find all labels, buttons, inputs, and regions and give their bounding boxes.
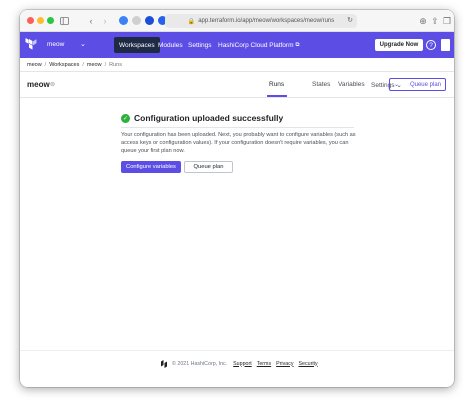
nav-hashicorp-cloud[interactable]: HashiCorp Cloud Platform ⧉ (213, 37, 304, 53)
footer-link-privacy[interactable]: Privacy (276, 361, 293, 367)
download-icon[interactable]: ⊕ (418, 14, 428, 28)
extension-eye-icon[interactable] (119, 16, 128, 25)
active-tab-indicator (267, 95, 287, 97)
queue-plan-header-button[interactable]: ⌄ Queue plan (389, 78, 446, 91)
external-link-icon: ⧉ (295, 41, 300, 48)
nav-hashicorp-cloud-label: HashiCorp Cloud Platform (218, 41, 294, 49)
tab-states[interactable]: States (312, 81, 330, 88)
chevron-down-icon[interactable]: ⌄ (80, 40, 86, 48)
address-bar[interactable]: 🔒 app.terraform.io/app/meow/workspaces/m… (165, 14, 357, 28)
footer: © 2021 HashiCorp, Inc. Support Terms Pri… (160, 359, 318, 368)
breadcrumb-workspace[interactable]: meow (87, 62, 102, 68)
app-navbar: meow ⌄ Workspaces Modules Settings Hashi… (20, 32, 454, 58)
org-switcher-label[interactable]: meow (47, 41, 64, 48)
lock-icon: 🔒 (187, 18, 196, 25)
queue-plan-header-label: Queue plan (409, 81, 441, 88)
breadcrumb-workspaces[interactable]: Workspaces (49, 62, 79, 68)
hashicorp-logo-icon[interactable] (160, 359, 168, 368)
minimize-window-button[interactable] (37, 17, 44, 24)
reload-icon[interactable]: ↻ (347, 16, 353, 24)
footer-link-terms[interactable]: Terms (257, 361, 271, 367)
tab-runs[interactable]: Runs (269, 81, 284, 88)
tabs-overview-icon[interactable]: ❐ (442, 14, 452, 28)
footer-copyright: © 2021 HashiCorp, Inc. (172, 360, 228, 367)
workspace-lock-icon[interactable]: ⊚ (50, 81, 55, 88)
upgrade-now-button[interactable]: Upgrade Now (375, 39, 423, 51)
footer-link-security[interactable]: Security (299, 361, 318, 367)
user-menu-icon[interactable] (441, 39, 450, 51)
success-description: Your configuration has been uploaded. Ne… (121, 132, 356, 155)
extension-globe-icon[interactable] (145, 16, 154, 25)
breadcrumb-org[interactable]: meow (27, 62, 42, 68)
workspace-title: meow (27, 80, 50, 89)
tab-variables[interactable]: Variables (338, 81, 365, 88)
divider (121, 127, 354, 128)
forward-icon[interactable]: › (100, 14, 110, 28)
close-window-button[interactable] (27, 17, 34, 24)
chevron-down-icon: ⌄ (394, 82, 400, 88)
extension-rss-icon[interactable] (132, 16, 141, 25)
nav-settings[interactable]: Settings (183, 37, 217, 53)
url-text: app.terraform.io/app/meow/workspaces/meo… (198, 18, 335, 24)
footer-divider (20, 350, 454, 351)
maximize-window-button[interactable] (47, 17, 54, 24)
breadcrumb-current: Runs (109, 61, 122, 68)
share-icon[interactable]: ⇪ (430, 14, 440, 28)
nav-settings-label: Settings (188, 41, 212, 49)
queue-plan-button[interactable]: Queue plan (184, 161, 233, 173)
breadcrumb: meow / Workspaces / meow / Runs (20, 58, 454, 72)
browser-window: ‹ › 🔒 app.terraform.io/app/meow/workspac… (20, 10, 454, 387)
footer-link-support[interactable]: Support (233, 361, 252, 367)
nav-modules-label: Modules (158, 41, 183, 49)
nav-workspaces-label: Workspaces (119, 41, 155, 49)
configure-variables-button[interactable]: Configure variables (121, 161, 181, 173)
check-circle-icon: ✓ (121, 114, 130, 123)
sidebar-toggle-icon[interactable] (58, 14, 70, 28)
workspace-header: meow ⊚ Runs States Variables Settings ⌄ … (20, 72, 454, 98)
back-icon[interactable]: ‹ (86, 14, 96, 28)
success-title: Configuration uploaded successfully (134, 113, 284, 123)
help-icon[interactable]: ? (426, 40, 436, 50)
browser-toolbar: ‹ › 🔒 app.terraform.io/app/meow/workspac… (20, 10, 454, 32)
terraform-logo-icon[interactable] (25, 38, 37, 52)
